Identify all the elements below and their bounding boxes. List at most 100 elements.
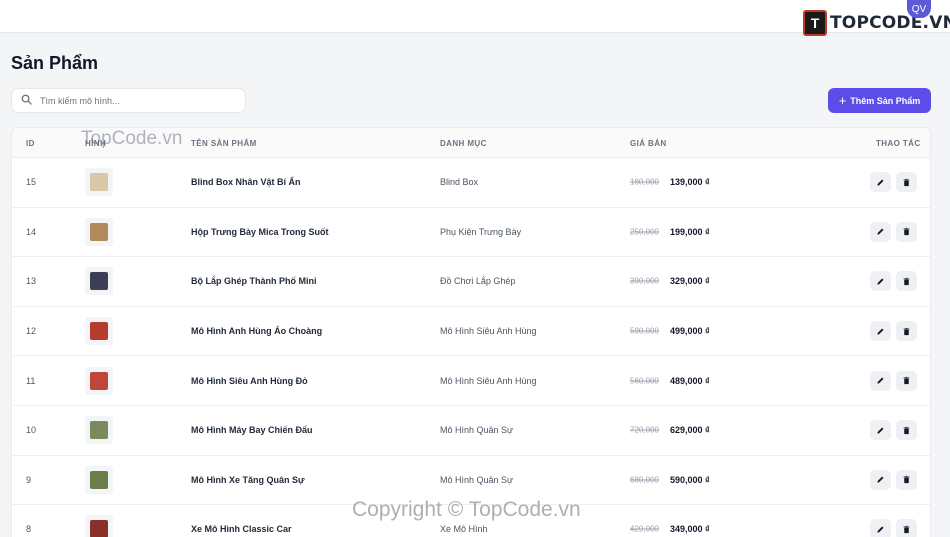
table-row[interactable]: 14 Hộp Trưng Bày Mica Trong Suốt Phụ Kiện … xyxy=(12,208,930,258)
trash-icon xyxy=(902,324,911,339)
product-price: 629,000 ₫ xyxy=(670,425,710,436)
product-thumbnail xyxy=(85,317,113,346)
product-name: Blind Box Nhân Vật Bí Ẩn xyxy=(191,177,301,188)
product-old-price: 560,000 xyxy=(630,376,659,386)
delete-button[interactable] xyxy=(896,370,917,391)
edit-button[interactable] xyxy=(870,370,891,391)
row-id: 8 xyxy=(26,524,32,535)
trash-icon xyxy=(902,522,911,537)
header-category[interactable]: Danh mục xyxy=(440,139,487,148)
edit-button[interactable] xyxy=(870,420,891,441)
edit-button[interactable] xyxy=(870,469,891,490)
product-name: Bộ Lắp Ghép Thành Phố Mini xyxy=(191,276,317,287)
table-row[interactable]: 15 Blind Box Nhân Vật Bí Ẩn Blind Box 180,0… xyxy=(12,158,930,208)
pencil-icon xyxy=(876,274,885,289)
product-thumbnail xyxy=(85,366,113,395)
product-price: 499,000 ₫ xyxy=(670,326,710,337)
pencil-icon xyxy=(876,472,885,487)
product-thumbnail xyxy=(85,168,113,197)
product-category: Xe Mô Hình xyxy=(440,524,488,535)
add-product-button[interactable]: + Thêm Sản Phẩm xyxy=(828,88,931,113)
watermark-bottom: Copyright © TopCode.vn xyxy=(352,498,581,521)
product-name: Mô Hình Siêu Anh Hùng Đỏ xyxy=(191,375,308,386)
row-id: 15 xyxy=(26,177,37,188)
edit-button[interactable] xyxy=(870,271,891,292)
product-category: Mô Hình Siêu Anh Hùng xyxy=(440,326,537,337)
trash-icon xyxy=(902,373,911,388)
product-old-price: 180,000 xyxy=(630,177,659,187)
table-row[interactable]: 12 Mô Hình Anh Hùng Áo Choàng Mô Hình Siêu… xyxy=(12,307,930,357)
pencil-icon xyxy=(876,423,885,438)
header-id[interactable]: ID xyxy=(26,139,35,148)
product-name: Xe Mô Hình Classic Car xyxy=(191,524,292,535)
delete-button[interactable] xyxy=(896,271,917,292)
header-actions: Thao tác xyxy=(876,139,921,148)
brand-name: TOPCODE.VN xyxy=(830,13,950,33)
pencil-icon xyxy=(876,224,885,239)
row-id: 10 xyxy=(26,425,37,436)
row-id: 13 xyxy=(26,276,37,287)
product-old-price: 720,000 xyxy=(630,425,659,435)
row-id: 12 xyxy=(26,326,37,337)
edit-button[interactable] xyxy=(870,321,891,342)
table-body: 15 Blind Box Nhân Vật Bí Ẩn Blind Box 180,0… xyxy=(12,158,930,537)
delete-button[interactable] xyxy=(896,420,917,441)
page-title: Sản Phẩm xyxy=(11,53,99,73)
product-thumbnail xyxy=(85,267,113,296)
product-old-price: 680,000 xyxy=(630,475,659,485)
plus-icon: + xyxy=(838,93,847,108)
pencil-icon xyxy=(876,373,885,388)
edit-button[interactable] xyxy=(870,172,891,193)
edit-button[interactable] xyxy=(870,221,891,242)
product-category: Mô Hình Quân Sự xyxy=(440,474,514,485)
product-price: 349,000 ₫ xyxy=(670,524,710,535)
product-name: Mô Hình Xe Tăng Quân Sự xyxy=(191,474,305,485)
trash-icon xyxy=(902,224,911,239)
product-category: Đồ Chơi Lắp Ghép xyxy=(440,276,516,287)
top-bar: T TOPCODE.VN QV xyxy=(0,0,950,36)
table-row[interactable]: 13 Bộ Lắp Ghép Thành Phố Mini Đồ Chơi Lắp … xyxy=(12,257,930,307)
header-name[interactable]: Tên sản phẩm xyxy=(191,139,257,148)
product-price: 590,000 ₫ xyxy=(670,474,710,485)
trash-icon xyxy=(902,423,911,438)
product-price: 489,000 ₫ xyxy=(670,375,710,386)
row-id: 9 xyxy=(26,474,32,485)
trash-icon xyxy=(902,274,911,289)
product-price: 199,000 ₫ xyxy=(670,226,710,237)
delete-button[interactable] xyxy=(896,519,917,537)
add-product-label: Thêm Sản Phẩm xyxy=(850,95,921,106)
pencil-icon xyxy=(876,324,885,339)
brand-logo-mark: T xyxy=(803,10,827,36)
header-price[interactable]: Giá bán xyxy=(630,139,667,148)
search-input[interactable] xyxy=(40,95,230,106)
product-category: Mô Hình Quân Sự xyxy=(440,425,514,436)
product-old-price: 420,000 xyxy=(630,524,659,534)
product-thumbnail xyxy=(85,465,113,494)
pencil-icon xyxy=(876,522,885,537)
user-avatar[interactable]: QV xyxy=(907,0,931,18)
product-category: Mô Hình Siêu Anh Hùng xyxy=(440,375,537,386)
product-price: 139,000 ₫ xyxy=(670,177,710,188)
edit-button[interactable] xyxy=(870,519,891,537)
product-name: Hộp Trưng Bày Mica Trong Suốt xyxy=(191,226,329,237)
trash-icon xyxy=(902,175,911,190)
watermark-top: TopCode.vn xyxy=(81,128,183,149)
search-box[interactable] xyxy=(11,88,246,113)
row-id: 11 xyxy=(26,375,36,386)
delete-button[interactable] xyxy=(896,469,917,490)
table-row[interactable]: 10 Mô Hình Máy Bay Chiến Đấu Mô Hình Quân … xyxy=(12,406,930,456)
delete-button[interactable] xyxy=(896,321,917,342)
product-old-price: 250,000 xyxy=(630,227,659,237)
delete-button[interactable] xyxy=(896,221,917,242)
search-icon xyxy=(21,92,32,110)
table-row[interactable]: 11 Mô Hình Siêu Anh Hùng Đỏ Mô Hình Siêu A… xyxy=(12,356,930,406)
pencil-icon xyxy=(876,175,885,190)
product-name: Mô Hình Anh Hùng Áo Choàng xyxy=(191,326,323,337)
product-thumbnail xyxy=(85,217,113,246)
product-price: 329,000 ₫ xyxy=(670,276,710,287)
product-name: Mô Hình Máy Bay Chiến Đấu xyxy=(191,425,313,436)
delete-button[interactable] xyxy=(896,172,917,193)
product-category: Phụ Kiện Trưng Bày xyxy=(440,226,522,237)
trash-icon xyxy=(902,472,911,487)
product-thumbnail xyxy=(85,416,113,445)
